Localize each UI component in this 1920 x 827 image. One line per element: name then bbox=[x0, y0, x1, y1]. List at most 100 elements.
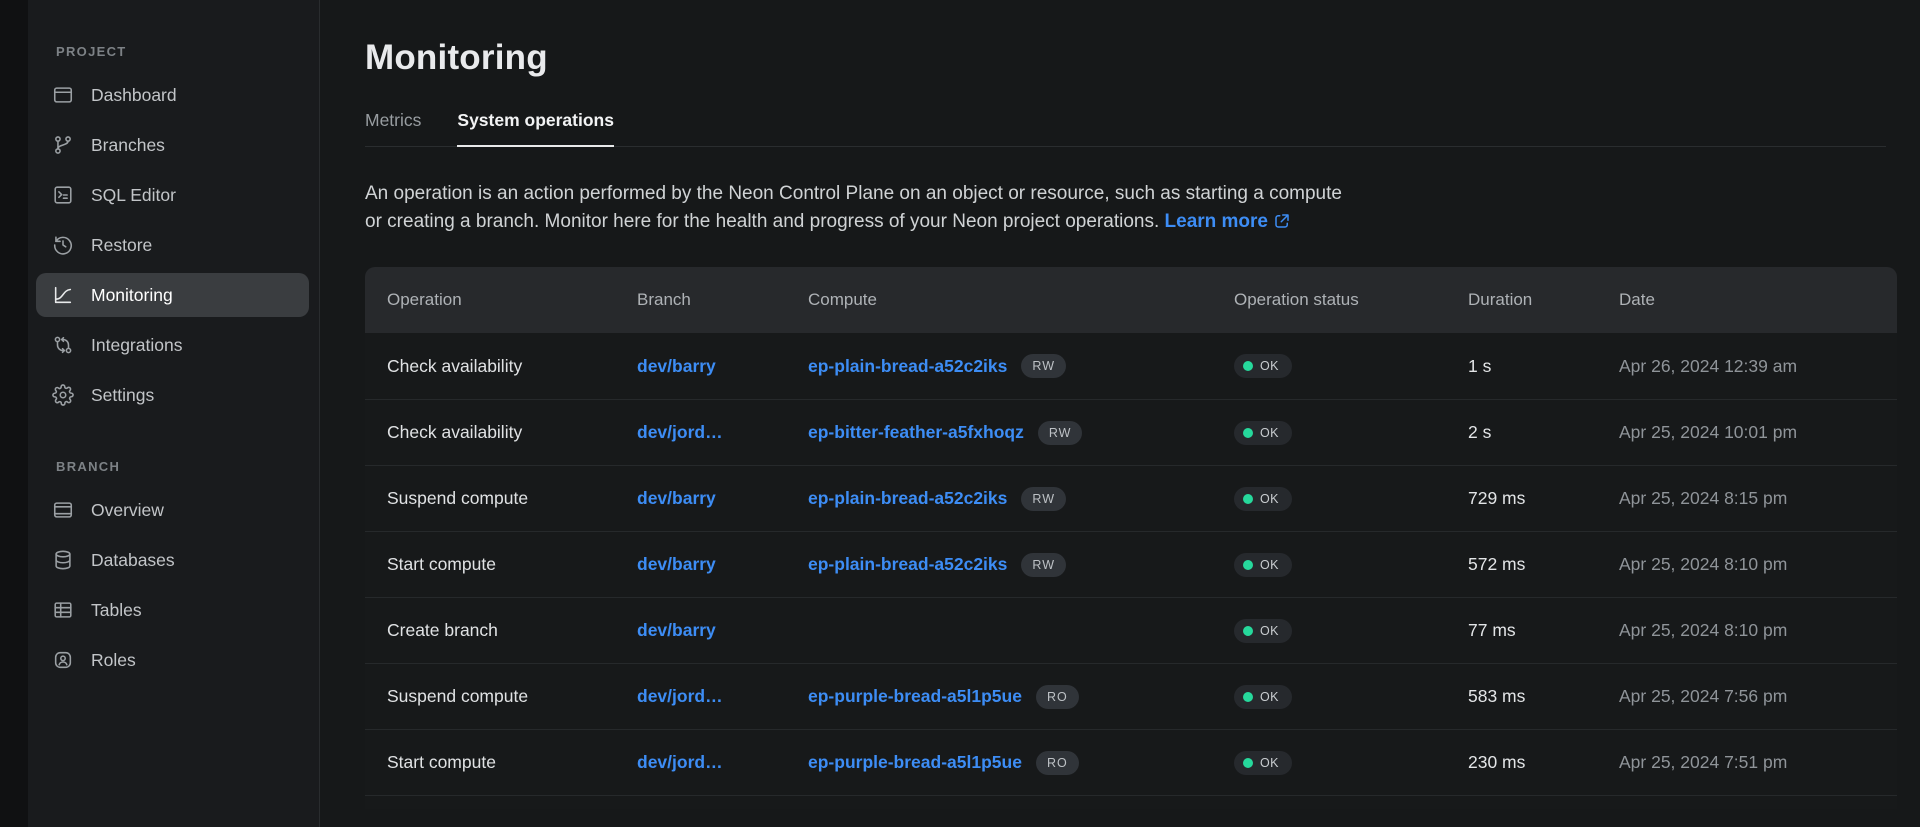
branch-link[interactable]: dev/barry bbox=[637, 554, 716, 574]
duration-cell: 230 ms bbox=[1468, 752, 1619, 773]
main-content: Monitoring Metrics System operations An o… bbox=[320, 0, 1920, 827]
sql-editor-icon bbox=[52, 184, 74, 206]
sidebar-section-label-branch: BRANCH bbox=[28, 459, 319, 488]
tab-metrics[interactable]: Metrics bbox=[365, 110, 421, 147]
access-mode-badge: RO bbox=[1036, 685, 1079, 709]
status-ok-dot-icon bbox=[1243, 692, 1253, 702]
sidebar-item-settings[interactable]: Settings bbox=[36, 373, 309, 417]
sidebar-item-roles[interactable]: Roles bbox=[36, 638, 309, 682]
date-cell: Apr 25, 2024 7:51 pm bbox=[1619, 752, 1897, 773]
operation-status-cell: OK bbox=[1234, 685, 1468, 709]
table-row-partial bbox=[365, 795, 1897, 809]
sidebar-item-label: SQL Editor bbox=[91, 185, 176, 206]
date-cell: Apr 25, 2024 10:01 pm bbox=[1619, 422, 1897, 443]
compute-link[interactable]: ep-purple-bread-a5l1p5ue bbox=[808, 752, 1022, 773]
sidebar-item-tables[interactable]: Tables bbox=[36, 588, 309, 632]
dashboard-icon bbox=[52, 84, 74, 106]
databases-icon bbox=[52, 549, 74, 571]
date-cell: Apr 26, 2024 12:39 am bbox=[1619, 356, 1897, 377]
operation-cell: Create branch bbox=[387, 620, 637, 641]
table-row: Start computedev/jord…ep-purple-bread-a5… bbox=[365, 729, 1897, 795]
status-ok-dot-icon bbox=[1243, 626, 1253, 636]
sidebar-item-label: Monitoring bbox=[91, 285, 173, 306]
description-line1: An operation is an action performed by t… bbox=[365, 183, 1342, 204]
branch-link[interactable]: dev/barry bbox=[637, 620, 716, 640]
tables-icon bbox=[52, 599, 74, 621]
sidebar-item-databases[interactable]: Databases bbox=[36, 538, 309, 582]
learn-more-link[interactable]: Learn more bbox=[1165, 211, 1268, 232]
branch-link[interactable]: dev/barry bbox=[637, 488, 716, 508]
status-label: OK bbox=[1260, 690, 1279, 704]
sidebar-item-label: Restore bbox=[91, 235, 152, 256]
status-label: OK bbox=[1260, 426, 1279, 440]
sidebar-item-restore[interactable]: Restore bbox=[36, 223, 309, 267]
status-ok-dot-icon bbox=[1243, 758, 1253, 768]
branch-link[interactable]: dev/barry bbox=[637, 356, 716, 376]
restore-icon bbox=[52, 234, 74, 256]
access-mode-badge: RW bbox=[1021, 354, 1066, 378]
monitoring-icon bbox=[52, 284, 74, 306]
branches-icon bbox=[52, 134, 74, 156]
access-mode-badge: RO bbox=[1036, 751, 1079, 775]
operation-status-cell: OK bbox=[1234, 354, 1468, 378]
operations-table: OperationBranchComputeOperation statusDu… bbox=[365, 267, 1897, 809]
sidebar-item-branches[interactable]: Branches bbox=[36, 123, 309, 167]
compute-cell: ep-purple-bread-a5l1p5ue RO bbox=[808, 751, 1234, 775]
branch-link[interactable]: dev/jord… bbox=[637, 422, 723, 442]
operation-status-cell: OK bbox=[1234, 751, 1468, 775]
sidebar-item-monitoring[interactable]: Monitoring bbox=[36, 273, 309, 317]
roles-icon bbox=[52, 649, 74, 671]
status-label: OK bbox=[1260, 756, 1279, 770]
sidebar-item-dashboard[interactable]: Dashboard bbox=[36, 73, 309, 117]
sidebar-item-label: Overview bbox=[91, 500, 164, 521]
compute-link[interactable]: ep-plain-bread-a52c2iks bbox=[808, 488, 1007, 509]
status-badge: OK bbox=[1234, 354, 1292, 378]
external-link-icon bbox=[1273, 211, 1291, 239]
branch-cell: dev/jord… bbox=[637, 752, 808, 773]
sidebar-item-label: Settings bbox=[91, 385, 154, 406]
sidebar-item-integrations[interactable]: Integrations bbox=[36, 323, 309, 367]
sidebar-item-label: Integrations bbox=[91, 335, 182, 356]
compute-cell: ep-plain-bread-a52c2iksRW bbox=[808, 487, 1234, 511]
compute-link[interactable]: ep-purple-bread-a5l1p5ue bbox=[808, 686, 1022, 707]
status-ok-dot-icon bbox=[1243, 494, 1253, 504]
table-row: Start computedev/barryep-plain-bread-a52… bbox=[365, 531, 1897, 597]
table-header-row: OperationBranchComputeOperation statusDu… bbox=[365, 267, 1897, 333]
sidebar-item-label: Databases bbox=[91, 550, 175, 571]
table-row: Check availabilitydev/jord…ep-bitter-fea… bbox=[365, 399, 1897, 465]
branch-cell: dev/barry bbox=[637, 488, 808, 509]
sidebar-item-sql-editor[interactable]: SQL Editor bbox=[36, 173, 309, 217]
sidebar-item-label: Roles bbox=[91, 650, 136, 671]
date-cell: Apr 25, 2024 7:56 pm bbox=[1619, 686, 1897, 707]
integrations-icon bbox=[52, 334, 74, 356]
compute-link[interactable]: ep-bitter-feather-a5fxhoqz bbox=[808, 422, 1024, 443]
sidebar: PROJECTDashboardBranchesSQL EditorRestor… bbox=[28, 0, 320, 827]
status-label: OK bbox=[1260, 624, 1279, 638]
page-title: Monitoring bbox=[365, 38, 1886, 78]
status-ok-dot-icon bbox=[1243, 361, 1253, 371]
column-header-date: Date bbox=[1619, 290, 1897, 310]
sidebar-item-label: Branches bbox=[91, 135, 165, 156]
operation-status-cell: OK bbox=[1234, 553, 1468, 577]
status-badge: OK bbox=[1234, 751, 1292, 775]
duration-cell: 583 ms bbox=[1468, 686, 1619, 707]
status-badge: OK bbox=[1234, 619, 1292, 643]
column-header-branch: Branch bbox=[637, 290, 808, 310]
tab-system-operations[interactable]: System operations bbox=[457, 110, 614, 147]
branch-cell: dev/barry bbox=[637, 620, 808, 641]
table-row: Suspend computedev/jord…ep-purple-bread-… bbox=[365, 663, 1897, 729]
date-cell: Apr 25, 2024 8:10 pm bbox=[1619, 620, 1897, 641]
compute-link[interactable]: ep-plain-bread-a52c2iks bbox=[808, 554, 1007, 575]
date-cell: Apr 25, 2024 8:10 pm bbox=[1619, 554, 1897, 575]
sidebar-section-gap bbox=[28, 423, 319, 459]
operations-description: An operation is an action performed by t… bbox=[365, 180, 1886, 239]
operation-status-cell: OK bbox=[1234, 487, 1468, 511]
branch-link[interactable]: dev/jord… bbox=[637, 686, 723, 706]
branch-link[interactable]: dev/jord… bbox=[637, 752, 723, 772]
compute-link[interactable]: ep-plain-bread-a52c2iks bbox=[808, 356, 1007, 377]
sidebar-item-overview[interactable]: Overview bbox=[36, 488, 309, 532]
table-row: Check availabilitydev/barryep-plain-brea… bbox=[365, 333, 1897, 399]
date-cell: Apr 25, 2024 8:15 pm bbox=[1619, 488, 1897, 509]
collapsed-left-rail bbox=[0, 0, 28, 827]
compute-cell: ep-plain-bread-a52c2iks RW bbox=[808, 354, 1234, 378]
